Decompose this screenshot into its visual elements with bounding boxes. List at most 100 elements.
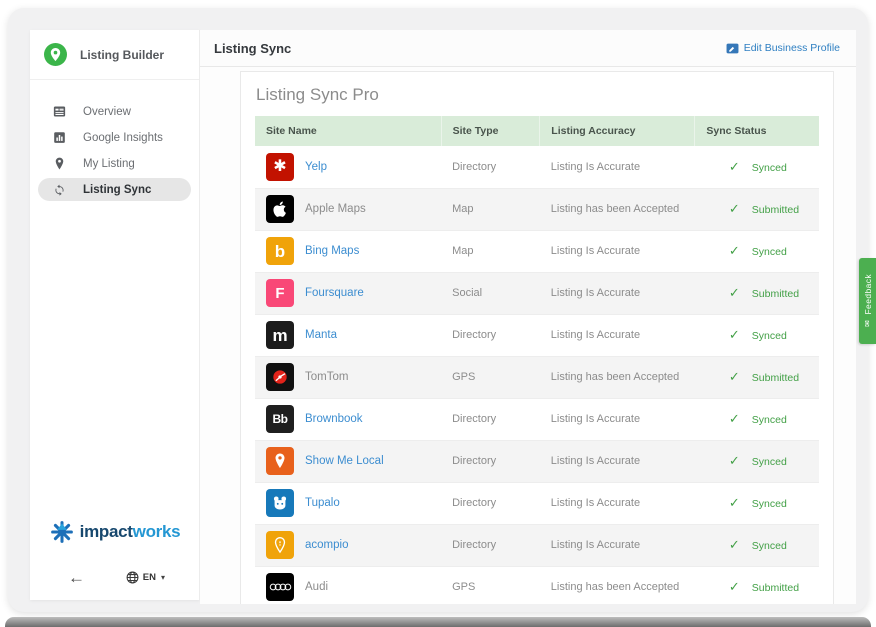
listing-sync-pro-card: Listing Sync Pro Site NameSite TypeListi… — [240, 71, 834, 604]
sidebar-item-label: Overview — [83, 106, 131, 118]
listing-builder-logo-icon — [44, 43, 67, 66]
sync-table: Site NameSite TypeListing AccuracySync S… — [255, 116, 819, 604]
sidebar-nav: Overview Google Insights My Listing Listing… — [30, 100, 199, 201]
site-link[interactable]: Tupalo — [305, 497, 340, 509]
sync-icon — [52, 182, 67, 197]
audi-icon — [266, 573, 294, 601]
language-selector[interactable]: EN ▾ — [126, 571, 165, 584]
sidebar-item-label: Listing Sync — [83, 184, 151, 196]
manta-icon: m — [266, 321, 294, 349]
brownbook-icon: Bb — [266, 405, 294, 433]
globe-icon — [126, 571, 139, 584]
site-type-cell: Social — [441, 272, 540, 314]
site-name: TomTom — [305, 371, 348, 383]
main-content: Listing Sync Pro Site NameSite TypeListi… — [200, 67, 856, 604]
check-icon: ✓ — [729, 327, 740, 342]
check-icon: ✓ — [729, 495, 740, 510]
site-type-cell: GPS — [441, 566, 540, 604]
foursquare-icon: F — [266, 279, 294, 307]
site-type-cell: Map — [441, 230, 540, 272]
sync-status-cell: ✓ Synced — [695, 398, 819, 440]
table-row: Show Me Local DirectoryListing Is Accurat… — [255, 440, 819, 482]
listing-accuracy-cell: Listing Is Accurate — [540, 272, 695, 314]
section-title: Listing Sync Pro — [241, 72, 833, 116]
site-type-cell: Directory — [441, 440, 540, 482]
listing-accuracy-cell: Listing Is Accurate — [540, 440, 695, 482]
site-link[interactable]: acompio — [305, 539, 348, 551]
sidebar-item-my-listing[interactable]: My Listing — [38, 152, 191, 175]
status-label: Synced — [752, 162, 787, 174]
background-window-edge — [5, 617, 871, 627]
sync-status-cell: ✓ Submitted — [695, 356, 819, 398]
sidebar-item-listing-sync[interactable]: Listing Sync — [38, 178, 191, 201]
back-arrow-icon[interactable]: ← — [68, 569, 85, 586]
logo-text-works: works — [133, 522, 181, 542]
sync-status-cell: ✓Submitted — [695, 272, 819, 314]
sidebar-item-overview[interactable]: Overview — [38, 100, 191, 123]
sync-status-cell: ✓Synced — [695, 482, 819, 524]
table-row: ✱ Yelp DirectoryListing Is Accurate ✓ Synced — [255, 146, 819, 188]
listing-accuracy-cell: Listing Is Accurate — [540, 398, 695, 440]
sidebar-footer: impactworks ← EN ▾ — [30, 519, 199, 600]
yelp-icon: ✱ — [266, 153, 294, 181]
table-row: BbBrownbookDirectoryListing Is Accurate✓… — [255, 398, 819, 440]
listing-accuracy-cell: Listing Is Accurate — [540, 482, 695, 524]
column-header: Site Type — [441, 116, 540, 146]
check-icon: ✓ — [729, 579, 740, 594]
column-header: Sync Status — [695, 116, 819, 146]
site-type-cell: Directory — [441, 146, 540, 188]
table-row: Tupalo DirectoryListing Is Accurate✓Synce… — [255, 482, 819, 524]
sync-status-cell: ✓Synced — [695, 440, 819, 482]
acompio-icon — [266, 531, 294, 559]
apple-icon — [266, 195, 294, 223]
table-row: mMantaDirectoryListing Is Accurate✓Synce… — [255, 314, 819, 356]
check-icon: ✓ — [729, 369, 740, 384]
site-link[interactable]: Show Me Local — [305, 455, 384, 467]
column-header: Listing Accuracy — [540, 116, 695, 146]
sidebar: Listing Builder Overview Google Insights M… — [30, 30, 200, 600]
impactworks-logo: impactworks — [30, 519, 199, 545]
status-label: Synced — [752, 246, 787, 258]
listing-accuracy-cell: Listing has been Accepted — [540, 356, 695, 398]
status-label: Synced — [752, 414, 787, 426]
sidebar-item-label: My Listing — [83, 158, 135, 170]
site-link[interactable]: Manta — [305, 329, 337, 341]
edit-profile-icon — [726, 43, 739, 54]
check-icon: ✓ — [729, 159, 740, 174]
site-type-cell: Directory — [441, 398, 540, 440]
table-body: ✱YelpDirectoryListing Is Accurate✓Synced… — [255, 146, 819, 604]
check-icon: ✓ — [729, 537, 740, 552]
site-type-cell: Directory — [441, 482, 540, 524]
sync-status-cell: ✓Synced — [695, 524, 819, 566]
status-label: Submitted — [752, 582, 799, 594]
site-link[interactable]: Bing Maps — [305, 245, 359, 257]
site-name: Apple Maps — [305, 203, 366, 215]
site-link[interactable]: Yelp — [305, 161, 327, 173]
listing-accuracy-cell: Listing has been Accepted — [540, 566, 695, 604]
main-header: Listing Sync Edit Business Profile — [200, 30, 856, 67]
status-label: Submitted — [752, 372, 799, 384]
listing-accuracy-cell: Listing Is Accurate — [540, 524, 695, 566]
app-title: Listing Builder — [80, 48, 164, 62]
status-label: Synced — [752, 456, 787, 468]
pin-icon — [52, 156, 67, 171]
table-row: bBing MapsMapListing Is Accurate✓Synced — [255, 230, 819, 272]
sidebar-item-google-insights[interactable]: Google Insights — [38, 126, 191, 149]
check-icon: ✓ — [729, 201, 740, 216]
check-icon: ✓ — [729, 411, 740, 426]
page-title: Listing Sync — [214, 41, 291, 56]
sync-status-cell: ✓Synced — [695, 314, 819, 356]
status-label: Submitted — [752, 204, 799, 216]
site-link[interactable]: Brownbook — [305, 413, 363, 425]
listing-accuracy-cell: Listing has been Accepted — [540, 188, 695, 230]
chevron-down-icon: ▾ — [161, 573, 165, 582]
site-link[interactable]: Foursquare — [305, 287, 364, 299]
showmelocal-icon — [266, 447, 294, 475]
tomtom-icon — [266, 363, 294, 391]
table-row: AudiGPSListing has been Accepted✓Submitt… — [255, 566, 819, 604]
site-type-cell: Directory — [441, 524, 540, 566]
feedback-tab[interactable]: Feedback ✉ — [859, 258, 876, 344]
edit-business-profile-link[interactable]: Edit Business Profile — [726, 42, 840, 54]
insights-icon — [52, 130, 67, 145]
listing-accuracy-cell: Listing Is Accurate — [540, 146, 695, 188]
